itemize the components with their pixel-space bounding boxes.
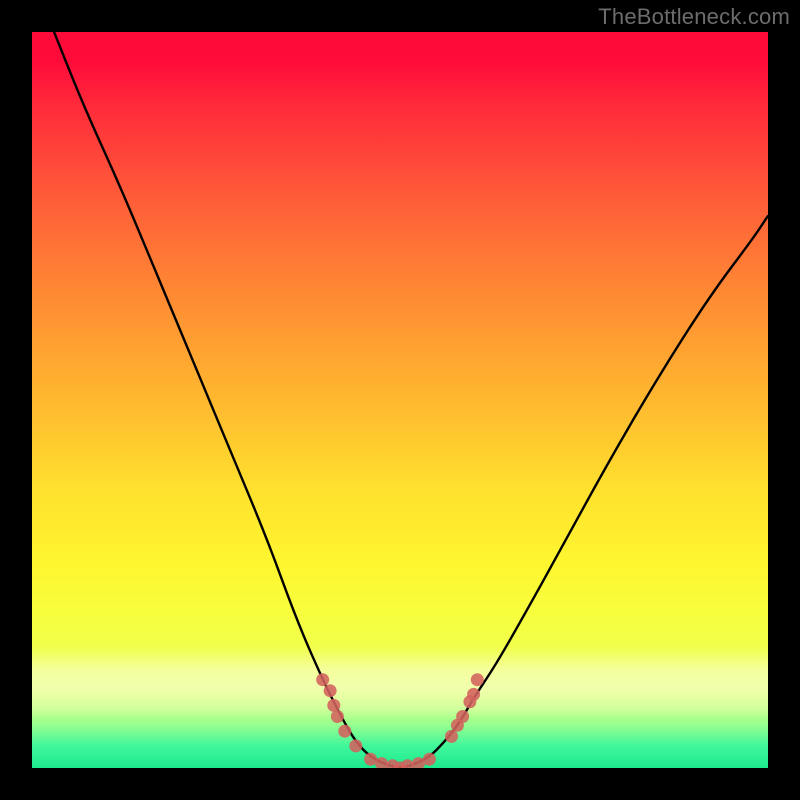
marker-dot <box>456 710 469 723</box>
marker-dot <box>349 739 362 752</box>
marker-group <box>316 673 484 768</box>
marker-dot <box>471 673 484 686</box>
marker-dot <box>467 688 480 701</box>
marker-dot <box>331 710 344 723</box>
watermark-text: TheBottleneck.com <box>598 4 790 30</box>
bottleneck-curve <box>54 32 768 767</box>
marker-dot <box>445 730 458 743</box>
marker-dot <box>316 673 329 686</box>
chart-frame: TheBottleneck.com <box>0 0 800 800</box>
marker-dot <box>324 684 337 697</box>
marker-dot <box>423 753 436 766</box>
chart-svg <box>32 32 768 768</box>
plot-area <box>32 32 768 768</box>
marker-dot <box>338 725 351 738</box>
marker-dot <box>327 699 340 712</box>
